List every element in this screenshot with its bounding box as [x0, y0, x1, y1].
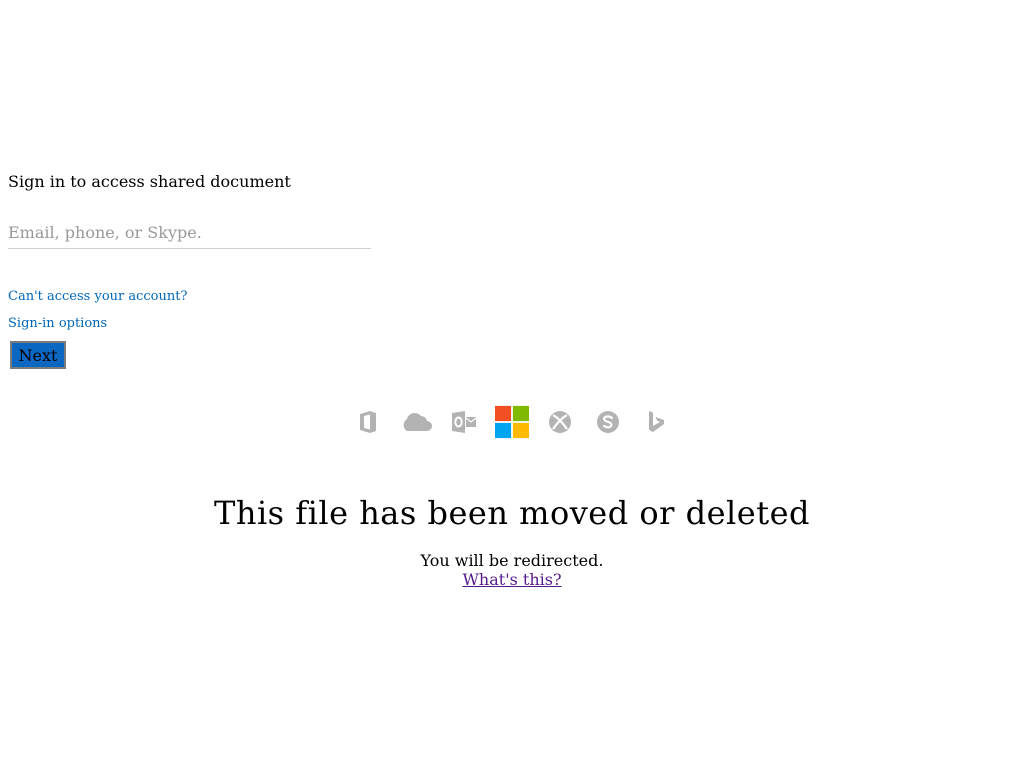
email-input[interactable] [8, 216, 371, 249]
status-panel: This file has been moved or deleted You … [0, 490, 1024, 589]
status-heading: This file has been moved or deleted [213, 494, 810, 532]
onedrive-icon [399, 402, 433, 442]
cant-access-account-link[interactable]: Can't access your account? [8, 288, 372, 305]
signin-options-link[interactable]: Sign-in options [8, 315, 372, 332]
next-button[interactable]: Next [10, 341, 66, 369]
microsoft-logo [495, 402, 529, 442]
whats-this-link[interactable]: What's this? [462, 570, 561, 589]
office-icon [351, 402, 385, 442]
signin-title: Sign in to access shared document [8, 172, 291, 191]
outlook-icon [447, 402, 481, 442]
redirect-message: You will be redirected. [420, 551, 604, 570]
bing-icon [639, 402, 673, 442]
skype-icon [591, 402, 625, 442]
brand-icon-strip [0, 402, 1024, 442]
signin-panel: Sign in to access shared document Can't … [8, 170, 372, 332]
xbox-icon [543, 402, 577, 442]
